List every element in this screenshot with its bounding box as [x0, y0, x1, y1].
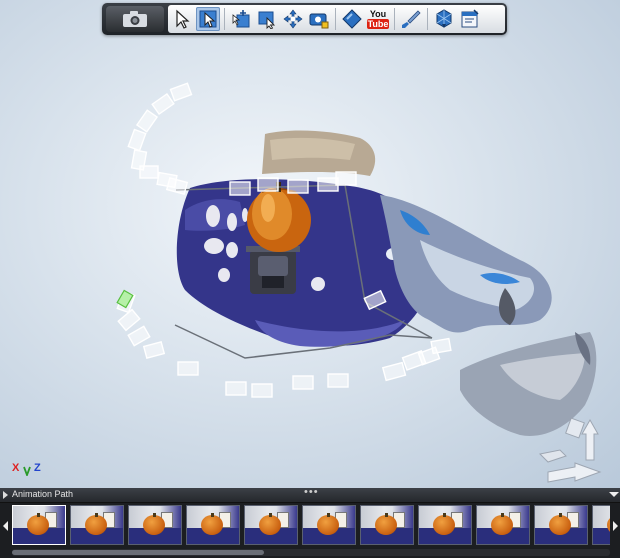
select-arrow-icon — [176, 9, 190, 29]
keyframe-thumbnail[interactable] — [128, 505, 182, 545]
add-marker-icon — [232, 10, 250, 28]
keyframe-thumbnail[interactable] — [592, 505, 610, 545]
filmstrip[interactable] — [12, 505, 610, 545]
scene-canvas[interactable] — [0, 0, 620, 488]
tool-youtube[interactable]: You Tube — [366, 7, 390, 31]
filmstrip-scroll-left[interactable] — [0, 503, 10, 549]
keyframe-thumbnail[interactable] — [360, 505, 414, 545]
tool-select-arrow[interactable] — [170, 7, 194, 31]
tool-export-mesh[interactable] — [432, 7, 456, 31]
tool-move-view[interactable] — [281, 7, 305, 31]
toolbar-separator — [427, 8, 428, 30]
panel-header[interactable]: Animation Path ••• — [0, 486, 620, 503]
axis-x-label: X — [12, 462, 20, 474]
snapshot-camera-icon — [309, 13, 329, 29]
panel-menu-icon[interactable] — [609, 492, 619, 497]
filmstrip-scrollbar[interactable] — [12, 549, 610, 556]
axis-y-arrow-icon — [23, 466, 31, 476]
edit-region-icon — [258, 11, 276, 29]
toolbar-separator — [335, 8, 336, 30]
toolbar-separator — [224, 8, 225, 30]
keyframe-thumbnail[interactable] — [476, 505, 530, 545]
camera-icon — [123, 11, 147, 27]
collapse-triangle-icon[interactable] — [3, 491, 8, 499]
main-toolbar: You Tube — [102, 3, 507, 35]
axis-z-label: Z — [34, 462, 41, 474]
app-window: You Tube X Z Animation Path ••• — [0, 0, 620, 558]
arrow-left-icon — [2, 521, 8, 531]
3d-viewport[interactable]: You Tube X Z — [0, 0, 620, 488]
keyframe-thumbnail[interactable] — [244, 505, 298, 545]
keyframe-thumbnail[interactable] — [418, 505, 472, 545]
tool-paint-brush[interactable] — [399, 7, 423, 31]
arrow-right-icon — [612, 521, 618, 531]
keyframe-thumbnail[interactable] — [12, 505, 66, 545]
tool-edit-region[interactable] — [255, 7, 279, 31]
tool-select-region[interactable] — [196, 7, 220, 31]
tool-measure[interactable] — [340, 7, 364, 31]
keyframe-thumbnail[interactable] — [70, 505, 124, 545]
document-icon — [461, 9, 479, 28]
panel-title: Animation Path — [12, 489, 74, 499]
tool-strip: You Tube — [168, 5, 505, 33]
tool-document[interactable] — [458, 7, 482, 31]
tool-snapshot-camera[interactable] — [307, 7, 331, 31]
scrollbar-thumb[interactable] — [12, 550, 264, 555]
select-region-icon — [199, 10, 217, 28]
capture-button[interactable] — [106, 6, 164, 32]
axis-indicator: X Z — [10, 460, 50, 480]
tool-add-marker[interactable] — [229, 7, 253, 31]
toolbar-separator — [394, 8, 395, 30]
paint-brush-icon — [402, 10, 421, 28]
youtube-icon: You Tube — [366, 9, 390, 29]
keyframe-thumbnail[interactable] — [534, 505, 588, 545]
keyframe-thumbnail[interactable] — [186, 505, 240, 545]
animation-path-panel: Animation Path ••• — [0, 486, 620, 558]
filmstrip-scroll-right[interactable] — [610, 503, 620, 549]
panel-resize-grip[interactable]: ••• — [304, 486, 319, 498]
move-view-icon — [283, 9, 303, 29]
export-mesh-icon — [436, 9, 452, 28]
measure-icon — [342, 9, 362, 29]
keyframe-thumbnail[interactable] — [302, 505, 356, 545]
